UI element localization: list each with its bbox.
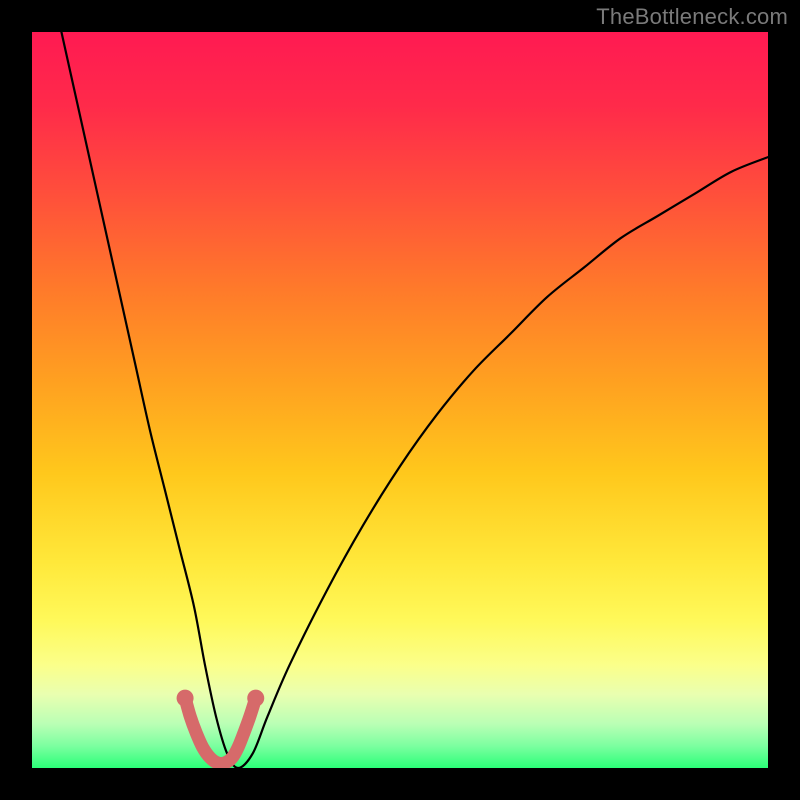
highlight-end-dot <box>177 690 194 707</box>
watermark-text: TheBottleneck.com <box>596 4 788 30</box>
chart-plot-area <box>32 32 768 768</box>
chart-frame: TheBottleneck.com <box>0 0 800 800</box>
highlight-end-dot <box>247 690 264 707</box>
chart-svg <box>32 32 768 768</box>
